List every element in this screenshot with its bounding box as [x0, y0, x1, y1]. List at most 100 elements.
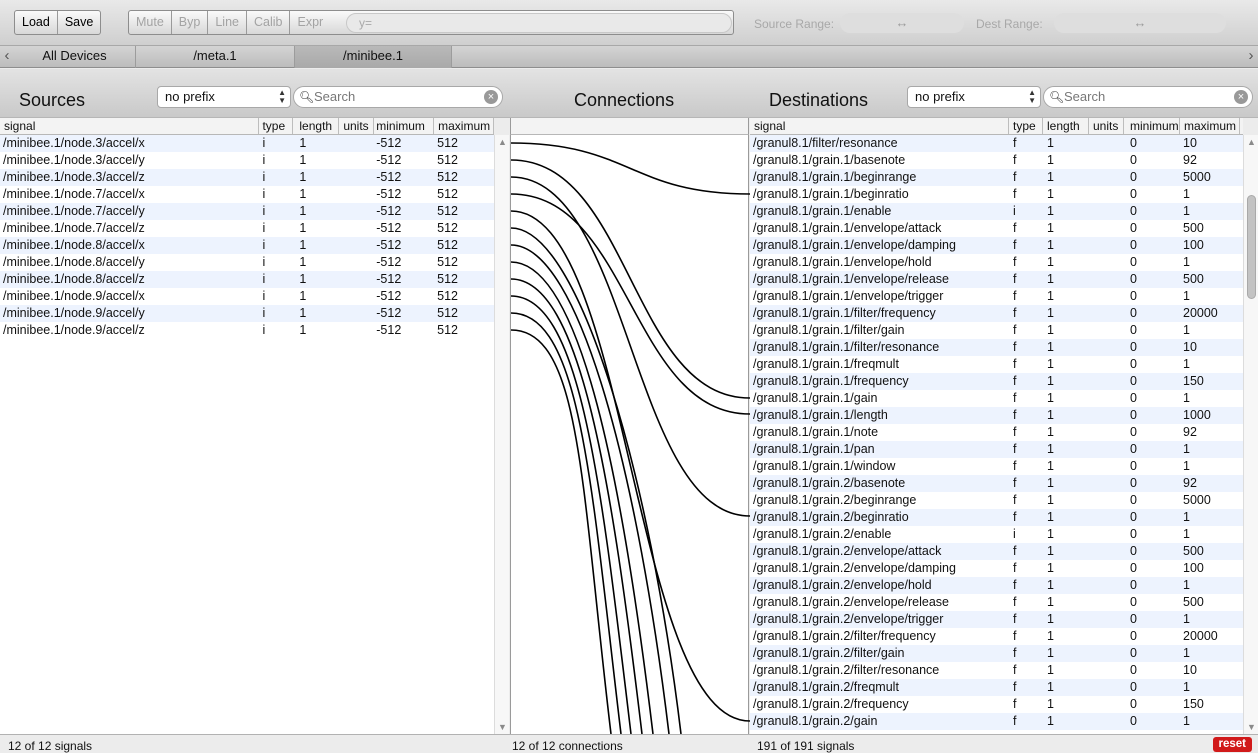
tab-scroll-left-icon[interactable]: ‹ [0, 46, 14, 68]
dest-range-input[interactable]: ↔ [1054, 13, 1226, 33]
calib-button[interactable]: Calib [247, 11, 291, 34]
table-row[interactable]: /granul8.1/grain.2/envelope/hold f 1 0 1 [750, 577, 1243, 594]
scroll-down-icon[interactable]: ▼ [1247, 722, 1256, 732]
table-row[interactable]: /minibee.1/node.8/accel/x i 1 -512 512 [0, 237, 494, 254]
col-units[interactable]: units [1089, 118, 1124, 134]
table-row[interactable]: /granul8.1/grain.2/filter/resonance f 1 0 10 [750, 662, 1243, 679]
col-signal[interactable]: signal [750, 118, 1009, 134]
table-row[interactable]: /minibee.1/node.7/accel/z i 1 -512 512 [0, 220, 494, 237]
connections-canvas[interactable] [510, 135, 751, 735]
connection-line[interactable] [510, 244, 670, 735]
col-type[interactable]: type [259, 118, 294, 134]
table-row[interactable]: /granul8.1/grain.2/beginrange f 1 0 5000 [750, 492, 1243, 509]
col-length[interactable]: length [1043, 118, 1089, 134]
table-row[interactable]: /granul8.1/grain.1/enable i 1 0 1 [750, 203, 1243, 220]
table-row[interactable]: /granul8.1/grain.1/window f 1 0 1 [750, 458, 1243, 475]
col-minimum[interactable]: minimum [1124, 118, 1180, 134]
table-row[interactable]: /granul8.1/grain.1/basenote f 1 0 92 [750, 152, 1243, 169]
col-signal[interactable]: signal [0, 118, 260, 134]
table-row[interactable]: /granul8.1/grain.2/gain f 1 0 1 [750, 713, 1243, 730]
table-row[interactable]: /granul8.1/grain.2/envelope/trigger f 1 0 1 [750, 611, 1243, 628]
expression-input[interactable]: y= [346, 13, 732, 33]
table-row[interactable]: /minibee.1/node.8/accel/y i 1 -512 512 [0, 254, 494, 271]
line-button[interactable]: Line [208, 11, 247, 34]
table-row[interactable]: /granul8.1/grain.2/frequency f 1 0 150 [750, 696, 1243, 713]
table-row[interactable]: /minibee.1/node.7/accel/y i 1 -512 512 [0, 203, 494, 220]
table-row[interactable]: /granul8.1/grain.1/envelope/attack f 1 0 500 [750, 220, 1243, 237]
table-row[interactable]: /granul8.1/grain.2/beginratio f 1 0 1 [750, 509, 1243, 526]
col-length[interactable]: length [293, 118, 340, 134]
table-row[interactable]: /granul8.1/grain.1/envelope/release f 1 0 50… [750, 271, 1243, 288]
scroll-up-icon[interactable]: ▲ [498, 137, 507, 147]
table-row[interactable]: /granul8.1/grain.2/basenote f 1 0 92 [750, 475, 1243, 492]
table-row[interactable]: /granul8.1/grain.1/envelope/trigger f 1 0 1 [750, 288, 1243, 305]
length-cell: 1 [1047, 323, 1054, 337]
table-row[interactable]: /granul8.1/grain.1/filter/resonance f 1 0 10 [750, 339, 1243, 356]
table-row[interactable]: /minibee.1/node.3/accel/y i 1 -512 512 [0, 152, 494, 169]
table-row[interactable]: /granul8.1/grain.1/envelope/hold f 1 0 1 [750, 254, 1243, 271]
table-row[interactable]: /granul8.1/grain.1/filter/frequency f 1 0 20… [750, 305, 1243, 322]
table-row[interactable]: /minibee.1/node.9/accel/z i 1 -512 512 [0, 322, 494, 339]
table-row[interactable]: /granul8.1/grain.1/filter/gain f 1 0 1 [750, 322, 1243, 339]
connection-line[interactable] [510, 159, 751, 399]
table-row[interactable]: /granul8.1/grain.1/frequency f 1 0 150 [750, 373, 1243, 390]
table-row[interactable]: /minibee.1/node.7/accel/x i 1 -512 512 [0, 186, 494, 203]
destinations-prefix-select[interactable]: no prefix ▲ ▼ [907, 86, 1041, 108]
tab-minibee-1[interactable]: /minibee.1 [295, 46, 452, 68]
table-row[interactable]: /minibee.1/node.9/accel/x i 1 -512 512 [0, 288, 494, 305]
scroll-down-icon[interactable]: ▼ [498, 722, 507, 732]
type-cell: i [262, 289, 266, 303]
table-row[interactable]: /granul8.1/grain.1/freqmult f 1 0 1 [750, 356, 1243, 373]
destinations-scrollbar[interactable]: ▲ ▼ [1243, 135, 1258, 734]
minimum-cell: 0 [1130, 629, 1137, 643]
table-row[interactable]: /granul8.1/grain.1/note f 1 0 92 [750, 424, 1243, 441]
connection-line[interactable] [510, 193, 751, 415]
col-minimum[interactable]: minimum [374, 118, 435, 134]
table-row[interactable]: /minibee.1/node.9/accel/y i 1 -512 512 [0, 305, 494, 322]
reset-button[interactable]: reset [1212, 737, 1252, 752]
connection-line[interactable] [510, 329, 612, 735]
save-button[interactable]: Save [58, 11, 100, 34]
col-maximum[interactable]: maximum [1180, 118, 1240, 134]
scrollbar-thumb[interactable] [1247, 195, 1256, 299]
table-row[interactable]: /granul8.1/filter/resonance f 1 0 10 [750, 135, 1243, 152]
bypass-button[interactable]: Byp [172, 11, 209, 34]
table-row[interactable]: /granul8.1/grain.1/length f 1 0 1000 [750, 407, 1243, 424]
col-maximum[interactable]: maximum [434, 118, 494, 134]
connection-line[interactable] [510, 227, 682, 735]
table-row[interactable]: /minibee.1/node.3/accel/z i 1 -512 512 [0, 169, 494, 186]
table-row[interactable]: /granul8.1/grain.2/envelope/attack f 1 0 500 [750, 543, 1243, 560]
sources-search-input[interactable]: 🔍︎ Search × [293, 86, 503, 108]
tab-all-devices[interactable]: All Devices [14, 46, 136, 68]
col-type[interactable]: type [1009, 118, 1043, 134]
sources-prefix-select[interactable]: no prefix ▲ ▼ [157, 86, 291, 108]
table-row[interactable]: /granul8.1/grain.1/beginratio f 1 0 1 [750, 186, 1243, 203]
table-row[interactable]: /granul8.1/grain.1/beginrange f 1 0 5000 [750, 169, 1243, 186]
load-button[interactable]: Load [15, 11, 58, 34]
table-row[interactable]: /granul8.1/grain.2/envelope/damping f 1 0 10… [750, 560, 1243, 577]
destinations-search-input[interactable]: 🔍︎ Search × [1043, 86, 1253, 108]
scroll-up-icon[interactable]: ▲ [1247, 137, 1256, 147]
length-cell: 1 [1047, 697, 1054, 711]
table-row[interactable]: /granul8.1/grain.2/envelope/release f 1 0 50… [750, 594, 1243, 611]
table-row[interactable]: /granul8.1/grain.2/filter/gain f 1 0 1 [750, 645, 1243, 662]
tab-scroll-right-icon[interactable]: › [1244, 46, 1258, 68]
clear-search-icon[interactable]: × [484, 90, 498, 104]
tab-meta-1[interactable]: /meta.1 [136, 46, 295, 68]
type-cell: i [262, 306, 266, 320]
table-row[interactable]: /granul8.1/grain.1/envelope/damping f 1 0 10… [750, 237, 1243, 254]
col-units[interactable]: units [339, 118, 375, 134]
table-row[interactable]: /granul8.1/grain.2/filter/frequency f 1 0 20… [750, 628, 1243, 645]
expr-button[interactable]: Expr [290, 11, 330, 34]
table-row[interactable]: /minibee.1/node.8/accel/z i 1 -512 512 [0, 271, 494, 288]
table-row[interactable]: /granul8.1/grain.1/pan f 1 0 1 [750, 441, 1243, 458]
connection-line[interactable] [510, 261, 654, 735]
source-range-input[interactable]: ↔ [840, 13, 964, 33]
table-row[interactable]: /granul8.1/grain.1/gain f 1 0 1 [750, 390, 1243, 407]
sources-scrollbar[interactable]: ▲ ▼ [494, 135, 509, 734]
clear-search-icon[interactable]: × [1234, 90, 1248, 104]
mute-button[interactable]: Mute [129, 11, 172, 34]
table-row[interactable]: /minibee.1/node.3/accel/x i 1 -512 512 [0, 135, 494, 152]
table-row[interactable]: /granul8.1/grain.2/enable i 1 0 1 [750, 526, 1243, 543]
table-row[interactable]: /granul8.1/grain.2/freqmult f 1 0 1 [750, 679, 1243, 696]
